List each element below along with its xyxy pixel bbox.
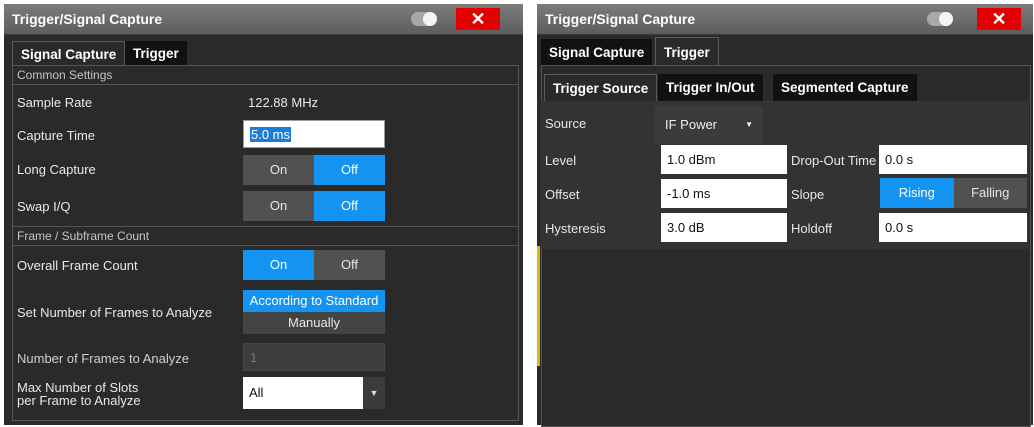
overall-frame-count-off[interactable]: Off — [314, 250, 385, 280]
tab-trigger[interactable]: Trigger — [125, 41, 187, 66]
subtab-segmented-capture[interactable]: Segmented Capture — [773, 74, 917, 101]
dialog-title: Trigger/Signal Capture — [12, 11, 163, 27]
frame-subframe-header: Frame / Subframe Count — [17, 229, 150, 243]
sample-rate-label: Sample Rate — [17, 95, 93, 110]
capture-time-input[interactable]: 5.0 ms — [243, 120, 385, 148]
chevron-down-icon: ▼ — [745, 120, 753, 129]
max-slots-label: Max Number of Slots per Frame to Analyze — [17, 380, 141, 408]
sample-rate-value: 122.88 MHz — [248, 95, 319, 110]
close-button[interactable]: ✕ — [977, 8, 1021, 30]
swap-iq-label: Swap I/Q — [17, 199, 71, 214]
capture-time-label: Capture Time — [17, 128, 96, 143]
long-capture-on[interactable]: On — [243, 155, 314, 185]
hysteresis-label: Hysteresis — [545, 221, 606, 236]
slope-falling[interactable]: Falling — [954, 178, 1028, 208]
signal-capture-dialog: Trigger/Signal Capture ✕ Signal Capture … — [4, 4, 523, 425]
dock-toggle-icon[interactable] — [927, 12, 953, 26]
swap-iq-on[interactable]: On — [243, 191, 314, 221]
tab-signal-capture[interactable]: Signal Capture — [12, 41, 126, 66]
trigger-dialog: Trigger/Signal Capture ✕ Signal Capture … — [537, 4, 1033, 427]
swap-iq-off[interactable]: Off — [314, 191, 385, 221]
swap-iq-toggle[interactable]: On Off — [243, 191, 385, 221]
overall-frame-count-on[interactable]: On — [243, 250, 314, 280]
subtab-trigger-in-out[interactable]: Trigger In/Out — [658, 74, 763, 101]
hysteresis-input[interactable]: 3.0 dB — [661, 213, 787, 242]
long-capture-label: Long Capture — [17, 162, 96, 177]
offset-input[interactable]: -1.0 ms — [661, 179, 787, 208]
set-number-frames-list[interactable]: According to Standard Manually — [243, 290, 385, 334]
tab-signal-capture[interactable]: Signal Capture — [541, 39, 653, 66]
max-slots-dropdown[interactable]: All ▼ — [243, 377, 385, 409]
slope-rising[interactable]: Rising — [880, 178, 954, 208]
source-label: Source — [545, 116, 587, 131]
number-of-frames-label: Number of Frames to Analyze — [17, 351, 189, 366]
offset-label: Offset — [545, 187, 580, 202]
close-button[interactable]: ✕ — [456, 8, 500, 30]
common-settings-header: Common Settings — [17, 68, 113, 82]
dialog-titlebar: Trigger/Signal Capture ✕ — [537, 4, 1033, 35]
dropout-time-label: Drop-Out Time — [791, 153, 877, 168]
holdoff-input[interactable]: 0.0 s — [879, 213, 1027, 242]
option-according-to-standard[interactable]: According to Standard — [243, 290, 385, 312]
option-manually[interactable]: Manually — [243, 312, 385, 334]
dropout-time-input[interactable]: 0.0 s — [879, 145, 1027, 174]
set-number-frames-label: Set Number of Frames to Analyze — [17, 305, 213, 320]
subtab-trigger-source[interactable]: Trigger Source — [544, 74, 658, 101]
holdoff-label: Holdoff — [791, 221, 832, 236]
overall-frame-count-toggle[interactable]: On Off — [243, 250, 385, 280]
dock-toggle-icon[interactable] — [411, 12, 437, 26]
level-label: Level — [545, 153, 577, 168]
dialog-title: Trigger/Signal Capture — [545, 11, 696, 27]
tab-trigger[interactable]: Trigger — [655, 37, 719, 66]
source-dropdown[interactable]: IF Power ▼ — [655, 106, 763, 144]
long-capture-off[interactable]: Off — [314, 155, 385, 185]
level-input[interactable]: 1.0 dBm — [661, 145, 787, 174]
scroll-indicator — [537, 246, 540, 366]
slope-toggle[interactable]: Rising Falling — [880, 178, 1027, 208]
dialog-titlebar: Trigger/Signal Capture ✕ — [4, 4, 523, 35]
long-capture-toggle[interactable]: On Off — [243, 155, 385, 185]
overall-frame-count-label: Overall Frame Count — [17, 258, 138, 273]
slope-label: Slope — [791, 187, 825, 202]
chevron-down-icon[interactable]: ▼ — [363, 377, 385, 409]
number-of-frames-input[interactable]: 1 — [243, 343, 385, 371]
